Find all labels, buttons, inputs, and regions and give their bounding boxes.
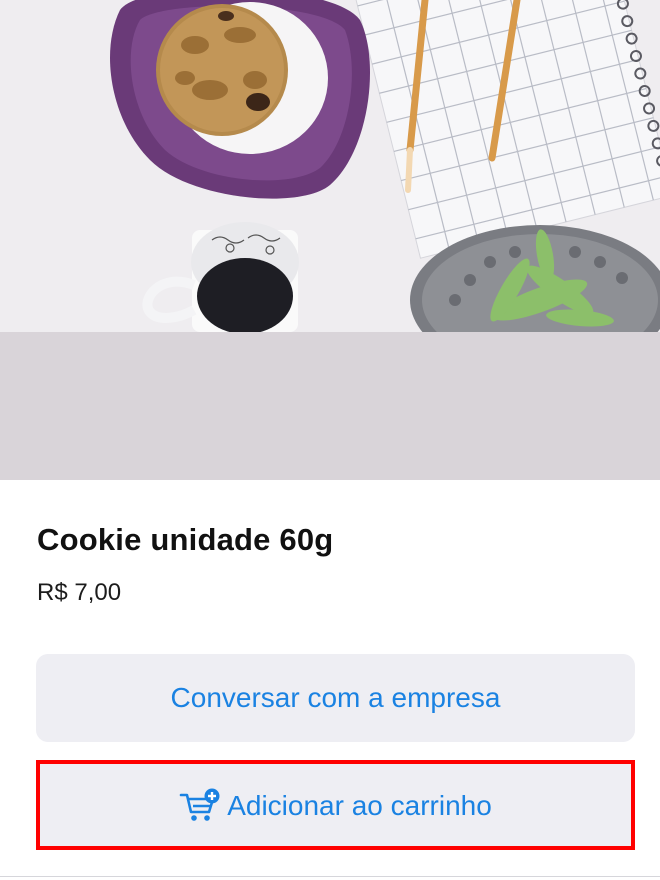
product-title: Cookie unidade 60g xyxy=(37,522,334,557)
cart-plus-icon xyxy=(179,788,221,824)
product-detail-screen: Cookie unidade 60g R$ 7,00 Conversar com… xyxy=(0,0,660,880)
product-image xyxy=(0,0,660,332)
chat-button-label: Conversar com a empresa xyxy=(170,682,501,713)
image-placeholder-area xyxy=(0,332,660,480)
add-to-cart-button[interactable]: Adicionar ao carrinho xyxy=(36,762,635,850)
product-photo-illustration xyxy=(0,0,660,332)
cart-button-label: Adicionar ao carrinho xyxy=(227,790,492,821)
chat-with-business-button[interactable]: Conversar com a empresa xyxy=(36,654,635,742)
product-price: R$ 7,00 xyxy=(37,579,122,606)
bottom-divider xyxy=(0,876,660,877)
